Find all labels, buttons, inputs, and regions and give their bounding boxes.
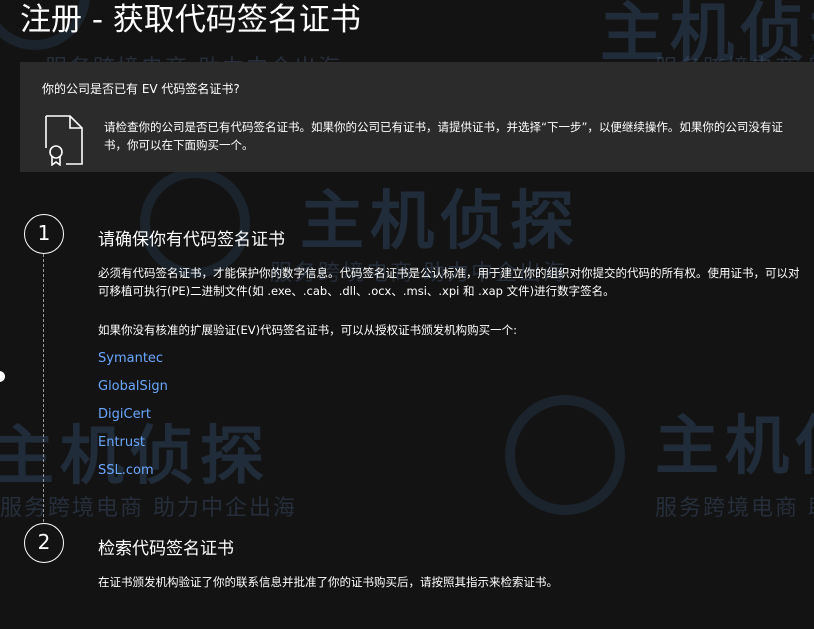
vendor-link-digicert[interactable]: DigiCert — [98, 407, 151, 422]
watermark-logo-icon — [140, 168, 250, 278]
watermark-logo-text: 主机侦探 — [655, 410, 814, 484]
step-1-indicator: 1 — [24, 214, 64, 254]
vendor-link-entrust[interactable]: Entrust — [98, 435, 145, 450]
existing-certificate-panel: 你的公司是否已有 EV 代码签名证书? 请检查你的公司是否已有代码签名证书。如果… — [20, 62, 814, 172]
step-2-title: 检索代码签名证书 — [98, 539, 234, 559]
step-2-indicator: 2 — [24, 523, 64, 563]
step-1-purchase-hint: 如果你没有核准的扩展验证(EV)代码签名证书，可以从授权证书颁发机构购买一个: — [98, 323, 517, 337]
vendor-link-sslcom[interactable]: SSL.com — [98, 463, 154, 478]
step-1-title: 请确保你有代码签名证书 — [98, 230, 285, 250]
watermark-logo-text: 主机侦探 — [300, 185, 580, 259]
vendor-link-globalsign[interactable]: GlobalSign — [98, 379, 168, 394]
watermark-logo-icon — [505, 395, 625, 515]
vendor-link-symantec[interactable]: Symantec — [98, 351, 163, 366]
step-connector-line — [43, 254, 44, 522]
signup-page: 主机侦探 服务跨境电商 助力中企出海 服务跨境电商 助力中企出海 主机侦探 服务… — [0, 0, 814, 629]
step-2-description: 在证书颁发机构验证了你的联系信息并批准了你的证书购买后，请按照其指示来检索证书。 — [98, 575, 558, 589]
step-1-description: 必须有代码签名证书，才能保护你的数字信息。代码签名证书是公认标准，用于建立你的组… — [98, 266, 800, 298]
scroll-position-dot — [0, 371, 5, 382]
info-question: 你的公司是否已有 EV 代码签名证书? — [42, 82, 240, 96]
page-title: 注册 - 获取代码签名证书 — [20, 2, 361, 38]
info-text: 请检查你的公司是否已有代码签名证书。如果你的公司已有证书，请提供证书，并选择“下… — [104, 120, 783, 152]
watermark-slogan: 服务跨境电商 助力中企出海 — [655, 496, 814, 521]
certificate-document-icon — [45, 115, 83, 166]
watermark-slogan: 服务跨境电商 助力中企出海 — [0, 496, 297, 521]
